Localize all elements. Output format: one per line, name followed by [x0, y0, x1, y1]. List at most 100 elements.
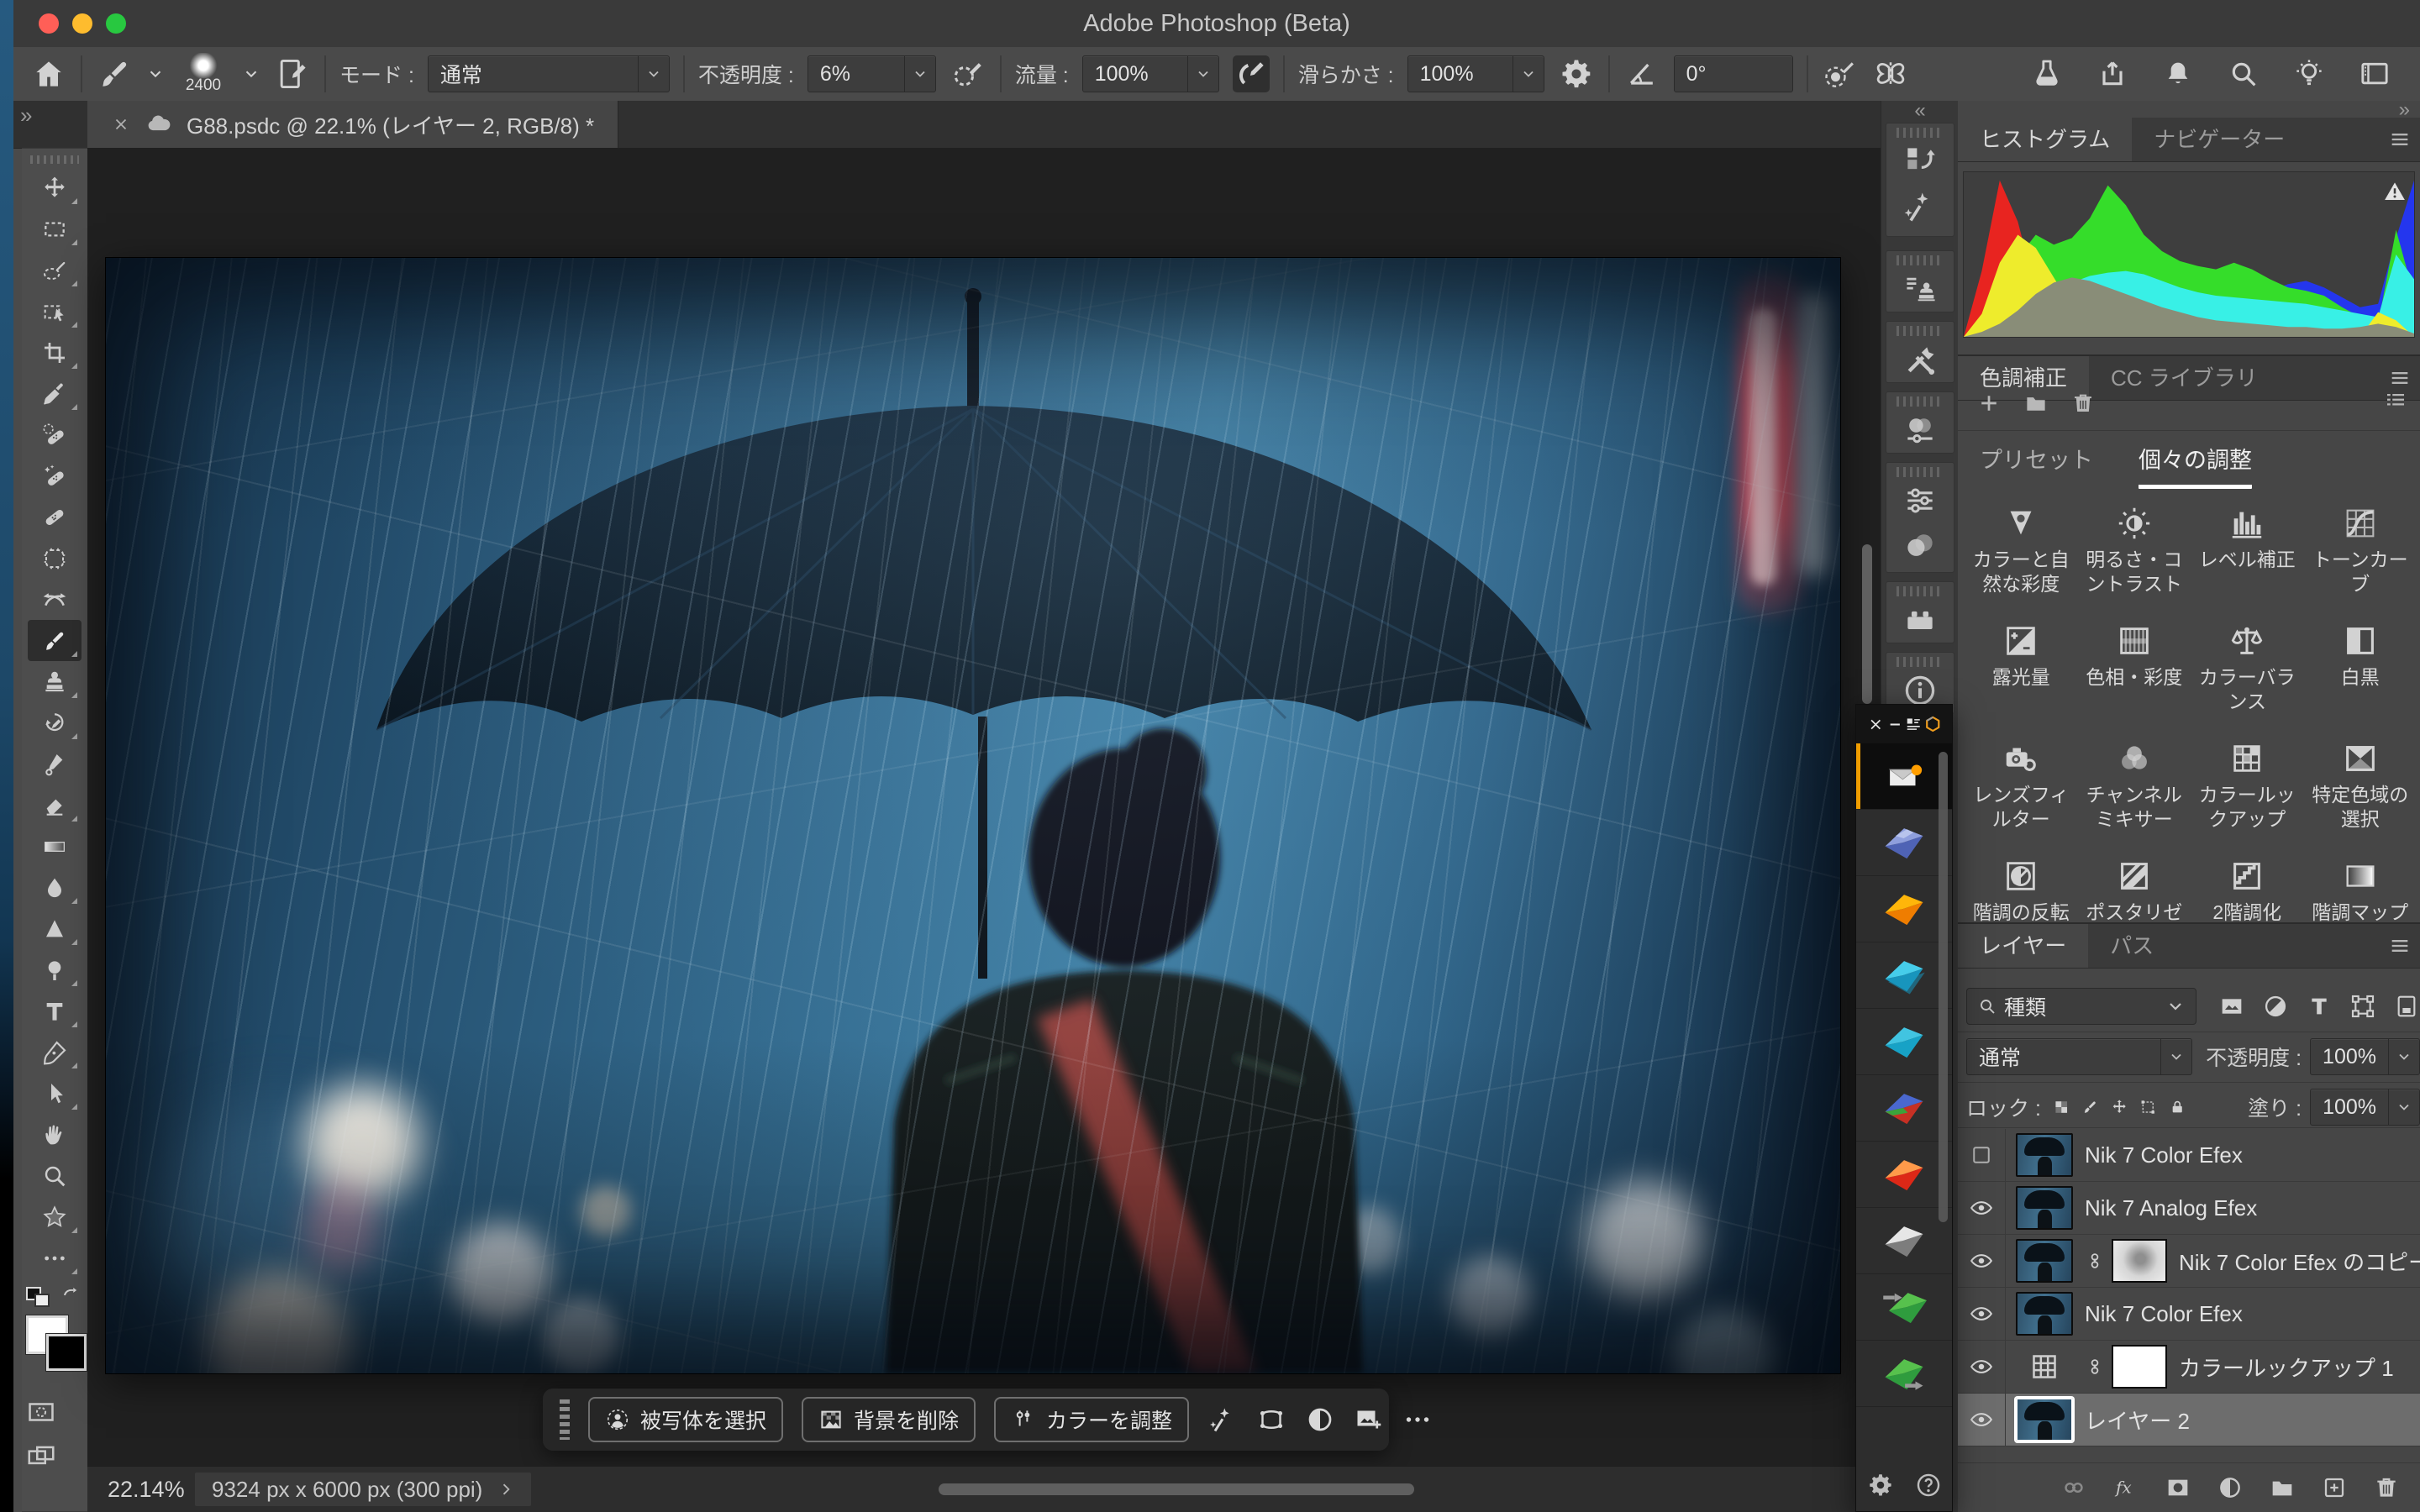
flow-dropdown[interactable]: 100%	[1082, 55, 1219, 92]
panel-group-grip[interactable]	[1897, 467, 1944, 477]
panel-group-grip[interactable]	[1897, 255, 1944, 265]
nik-scrollbar[interactable]	[1939, 752, 1948, 1222]
pressure-size-icon[interactable]	[1822, 55, 1859, 92]
layer-visibility-toggle[interactable]	[1958, 1182, 2006, 1234]
toolbar-grip[interactable]	[30, 154, 79, 165]
tool-zoom[interactable]	[28, 1155, 82, 1196]
plugins-panel-icon[interactable]	[1902, 598, 1939, 642]
layer-thumbnail[interactable]	[2016, 1239, 2073, 1283]
brush-preset-picker[interactable]: 2400	[178, 53, 229, 95]
tool-type[interactable]	[28, 990, 82, 1032]
layer-name[interactable]: Nik 7 Color Efex	[2085, 1142, 2243, 1168]
panel-group-grip[interactable]	[1897, 586, 1944, 596]
expand-toolbar-chevron[interactable]: »	[20, 102, 30, 129]
magic-wand-icon[interactable]	[1207, 1404, 1238, 1435]
filter-pixel-layers-icon[interactable]	[2218, 993, 2245, 1020]
layer-opacity-dropdown[interactable]: 100%	[2310, 1038, 2420, 1075]
tool-presets-panel-icon[interactable]	[1902, 338, 1939, 381]
adjustment-brightness-contrast[interactable]: 明るさ・コントラスト	[2078, 504, 2191, 596]
list-view-icon[interactable]	[2383, 388, 2408, 413]
brush-angle-input[interactable]: 0°	[1674, 55, 1793, 92]
swap-colors-icon[interactable]	[60, 1285, 82, 1307]
tool-custom-shape[interactable]	[28, 1196, 82, 1237]
tool-clone-stamp[interactable]	[28, 661, 82, 702]
layer-row-nik7-color-efex-hidden[interactable]: Nik 7 Color Efex	[1958, 1129, 2420, 1182]
panel-group-grip[interactable]	[1897, 128, 1944, 138]
tab-paths[interactable]: パス	[2088, 924, 2175, 968]
nik-item-envelope-orange[interactable]	[1856, 743, 1952, 810]
adjustment-exposure[interactable]: 露光量	[1965, 622, 2078, 714]
document-info[interactable]: 9324 px x 6000 px (300 ppi)	[195, 1473, 531, 1506]
actions-panel-icon[interactable]	[1902, 185, 1939, 228]
tool-pen[interactable]	[28, 1032, 82, 1073]
mask-link-icon[interactable]	[2085, 1352, 2105, 1381]
search-icon[interactable]	[2227, 57, 2260, 91]
tool-patch[interactable]	[28, 538, 82, 579]
nik-item-plane-cyan-stack[interactable]	[1856, 942, 1952, 1009]
tool-edit-toolbar[interactable]	[28, 1237, 82, 1278]
airbrush-toggle-icon[interactable]	[1233, 55, 1270, 92]
blend-mode-dropdown[interactable]: 通常	[428, 55, 670, 92]
tool-remove[interactable]	[28, 455, 82, 496]
layer-visibility-toggle[interactable]	[1958, 1129, 2006, 1181]
minimize-icon[interactable]	[1886, 715, 1905, 734]
properties-panel-icon[interactable]	[1902, 479, 1939, 522]
tab-navigator[interactable]: ナビゲーター	[2132, 118, 2307, 161]
layer-name[interactable]: Nik 7 Color Efex のコピー	[2179, 1246, 2420, 1277]
nik-item-plane-green-arrow-in[interactable]	[1856, 1274, 1952, 1341]
layer-filter-dropdown[interactable]: 種類	[1966, 988, 2196, 1025]
mask-link-icon[interactable]	[2085, 1247, 2105, 1275]
workspace-icon[interactable]	[2358, 57, 2391, 91]
panel-group-grip[interactable]	[1897, 396, 1944, 407]
layer-mask-thumbnail[interactable]	[2112, 1239, 2167, 1283]
layer-name[interactable]: カラールックアップ 1	[2179, 1352, 2394, 1383]
nik-item-plane-gray[interactable]	[1856, 1208, 1952, 1274]
beta-features-icon[interactable]	[2030, 57, 2064, 91]
adjustment-channel-mixer[interactable]: チャンネルミキサー	[2078, 739, 2191, 832]
tool-brush[interactable]	[28, 620, 82, 661]
gear-icon[interactable]	[1558, 55, 1595, 92]
adjustment-presets-panel-icon[interactable]	[1902, 524, 1939, 568]
new-layer-icon[interactable]	[2321, 1474, 2348, 1501]
opacity-dropdown[interactable]: 6%	[808, 55, 936, 92]
layer-thumbnail[interactable]	[2016, 1345, 2073, 1389]
tool-mixer-brush[interactable]	[28, 743, 82, 785]
notifications-icon[interactable]	[2161, 57, 2195, 91]
filter-type-layers-icon[interactable]	[2306, 993, 2333, 1020]
layer-name[interactable]: Nik 7 Analog Efex	[2085, 1195, 2257, 1221]
share-icon[interactable]	[2096, 57, 2129, 91]
smoothing-dropdown[interactable]: 100%	[1407, 55, 1544, 92]
nik-item-plane-multicolor[interactable]	[1856, 1075, 1952, 1142]
tool-blur[interactable]	[28, 867, 82, 908]
brush-tool-icon[interactable]	[96, 55, 133, 92]
tool-history-brush[interactable]	[28, 702, 82, 743]
help-icon[interactable]	[1914, 1471, 1943, 1499]
clone-source-panel-icon[interactable]	[1902, 267, 1939, 311]
new-adjustment-layer-icon[interactable]	[2217, 1474, 2244, 1501]
tool-move[interactable]	[28, 167, 82, 208]
adjustment-color-lookup[interactable]: カラールックアップ	[2191, 739, 2304, 832]
adjustment-selective-color[interactable]: 特定色域の選択	[2304, 739, 2417, 832]
nik-item-plane-red[interactable]	[1856, 1142, 1952, 1208]
libraries-panel-icon[interactable]	[1902, 408, 1939, 452]
layer-thumbnail[interactable]	[2016, 1186, 2073, 1230]
lock-transparency-icon[interactable]	[2053, 1095, 2070, 1119]
subtab-presets[interactable]: プリセット	[1980, 442, 2093, 489]
add-mask-icon[interactable]	[2165, 1474, 2191, 1501]
tool-marquee[interactable]	[28, 208, 82, 249]
layer-row-nik7-color-efex-copy[interactable]: Nik 7 Color Efex のコピー	[1958, 1235, 2420, 1288]
tool-spot-healing[interactable]	[28, 496, 82, 538]
adjustment-photo-filter[interactable]: レンズフィルター	[1965, 739, 2078, 832]
add-image-icon[interactable]	[1354, 1404, 1384, 1435]
adjustment-color-balance[interactable]: カラーバランス	[2191, 622, 2304, 714]
tool-hand[interactable]	[28, 1114, 82, 1155]
layer-visibility-toggle[interactable]	[1958, 1288, 2006, 1340]
settings-gear-icon[interactable]	[1866, 1471, 1895, 1499]
transform-warp-icon[interactable]	[1256, 1404, 1286, 1435]
folder-icon[interactable]	[2023, 391, 2049, 416]
close-icon[interactable]	[1866, 715, 1886, 734]
delete-layer-icon[interactable]	[2373, 1474, 2400, 1501]
layer-blend-mode-dropdown[interactable]: 通常	[1966, 1038, 2192, 1075]
panel-menu-icon[interactable]	[2388, 934, 2412, 958]
zoom-level[interactable]: 22.14%	[108, 1467, 185, 1512]
